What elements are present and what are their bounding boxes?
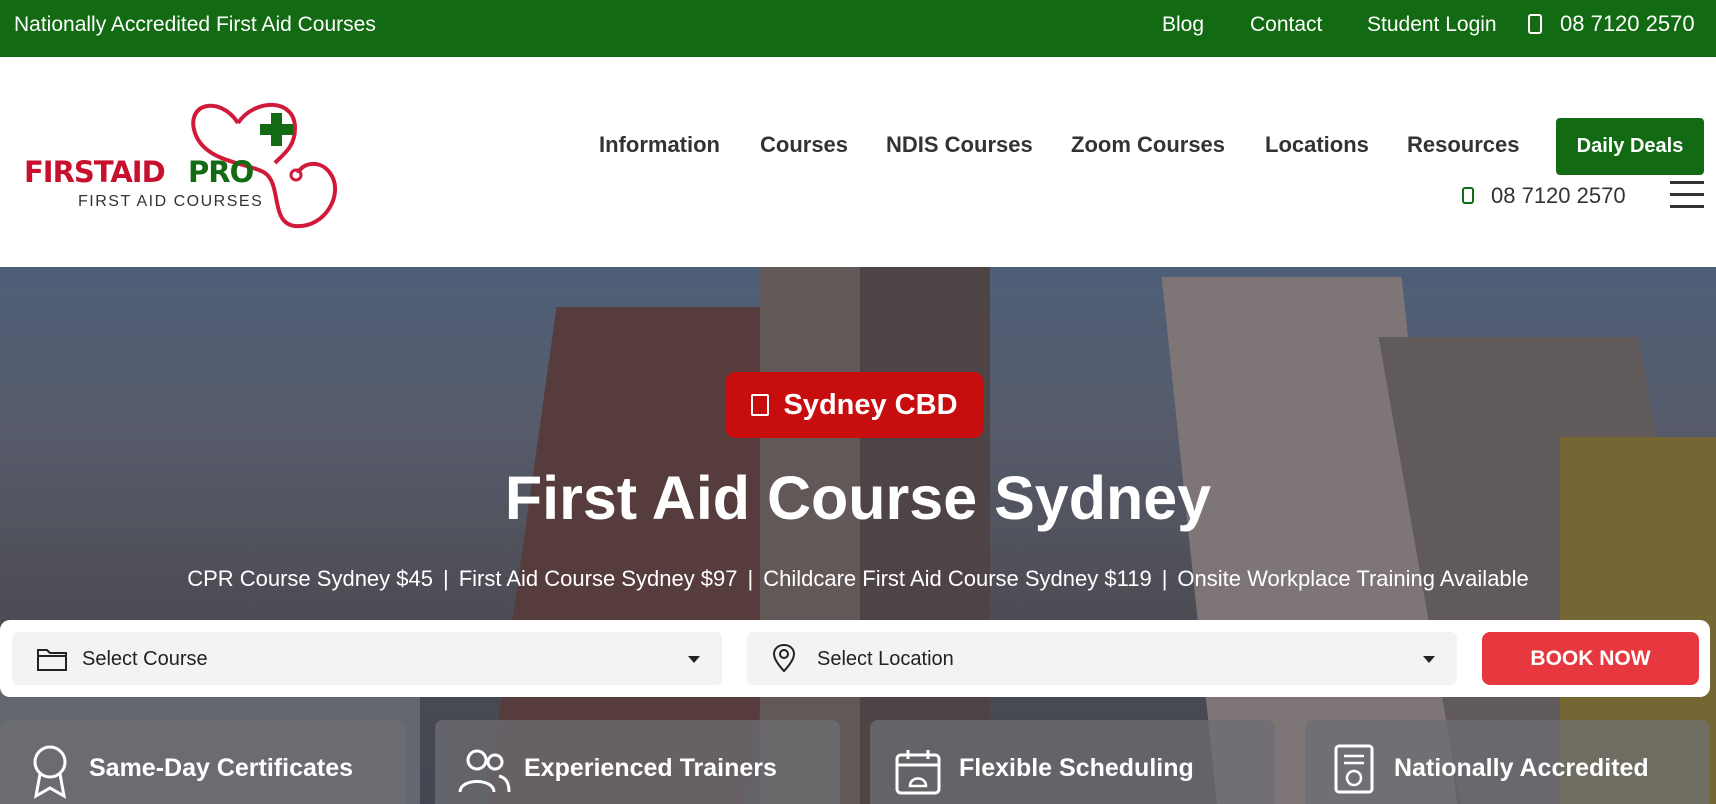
nav-zoom-courses[interactable]: Zoom Courses	[1071, 132, 1225, 158]
award-ribbon-icon	[33, 745, 67, 799]
feature-card: Experienced Trainers	[435, 720, 840, 804]
chevron-down-icon	[1423, 656, 1435, 663]
location-badge-label: Sydney CBD	[783, 388, 958, 421]
top-link-contact[interactable]: Contact	[1250, 13, 1322, 37]
certificate-icon	[1334, 744, 1374, 794]
price-first-aid: First Aid Course Sydney $97	[458, 566, 738, 591]
feature-card: Nationally Accredited	[1305, 720, 1710, 804]
feature-card: Same-Day Certificates	[0, 720, 405, 804]
folder-icon	[37, 649, 67, 671]
hamburger-menu-icon[interactable]	[1670, 181, 1704, 209]
feature-card: Flexible Scheduling	[870, 720, 1275, 804]
daily-deals-button[interactable]: Daily Deals	[1556, 118, 1704, 175]
feature-label: Same-Day Certificates	[89, 754, 354, 782]
feature-label: Experienced Trainers	[524, 754, 777, 782]
feature-label: Flexible Scheduling	[959, 754, 1194, 782]
price-cpr: CPR Course Sydney $45	[187, 566, 433, 591]
nav-locations[interactable]: Locations	[1265, 132, 1369, 158]
top-link-blog[interactable]: Blog	[1162, 13, 1204, 37]
phone-icon	[1528, 14, 1542, 34]
hero-title: First Aid Course Sydney	[504, 464, 1212, 532]
location-select[interactable]: Select Location	[747, 632, 1457, 685]
calendar-icon	[895, 750, 941, 795]
site-header: FIRSTAID PRO FIRST AID COURSES Informati…	[0, 57, 1716, 267]
location-pin-icon	[751, 394, 770, 416]
top-phone-number[interactable]: 08 7120 2570	[1560, 11, 1695, 37]
course-select[interactable]: Select Course	[12, 632, 722, 685]
book-now-button[interactable]: BOOK NOW	[1482, 632, 1699, 685]
feature-label: Nationally Accredited	[1394, 754, 1649, 782]
logo-word-pro: PRO	[188, 155, 254, 189]
nav-information[interactable]: Information	[599, 132, 720, 158]
users-icon	[458, 749, 511, 793]
chevron-down-icon	[688, 656, 700, 663]
booking-bar: Select Course Select Location BOOK NOW	[0, 620, 1710, 697]
price-childcare: Childcare First Aid Course Sydney $119	[763, 566, 1152, 591]
top-tagline: Nationally Accredited First Aid Courses	[14, 13, 376, 36]
site-logo[interactable]: FIRSTAID PRO FIRST AID COURSES	[20, 93, 350, 233]
header-phone-number[interactable]: 08 7120 2570	[1491, 183, 1626, 209]
price-onsite: Onsite Workplace Training Available	[1177, 566, 1529, 591]
price-list: CPR Course Sydney $45 | First Aid Course S…	[187, 566, 1529, 591]
nav-resources[interactable]: Resources	[1407, 132, 1520, 158]
location-select-label: Select Location	[817, 648, 954, 670]
nav-courses[interactable]: Courses	[760, 132, 848, 158]
course-select-label: Select Course	[82, 648, 208, 670]
nav-ndis-courses[interactable]: NDIS Courses	[886, 132, 1033, 158]
top-link-student-login[interactable]: Student Login	[1367, 13, 1497, 37]
top-bar: Nationally Accredited First Aid Courses …	[0, 0, 1716, 57]
logo-subtitle: FIRST AID COURSES	[78, 193, 264, 210]
phone-icon	[1462, 187, 1474, 204]
logo-word-firstaid: FIRSTAID	[24, 155, 166, 189]
location-badge: Sydney CBD	[726, 372, 983, 438]
map-pin-icon	[772, 643, 796, 673]
